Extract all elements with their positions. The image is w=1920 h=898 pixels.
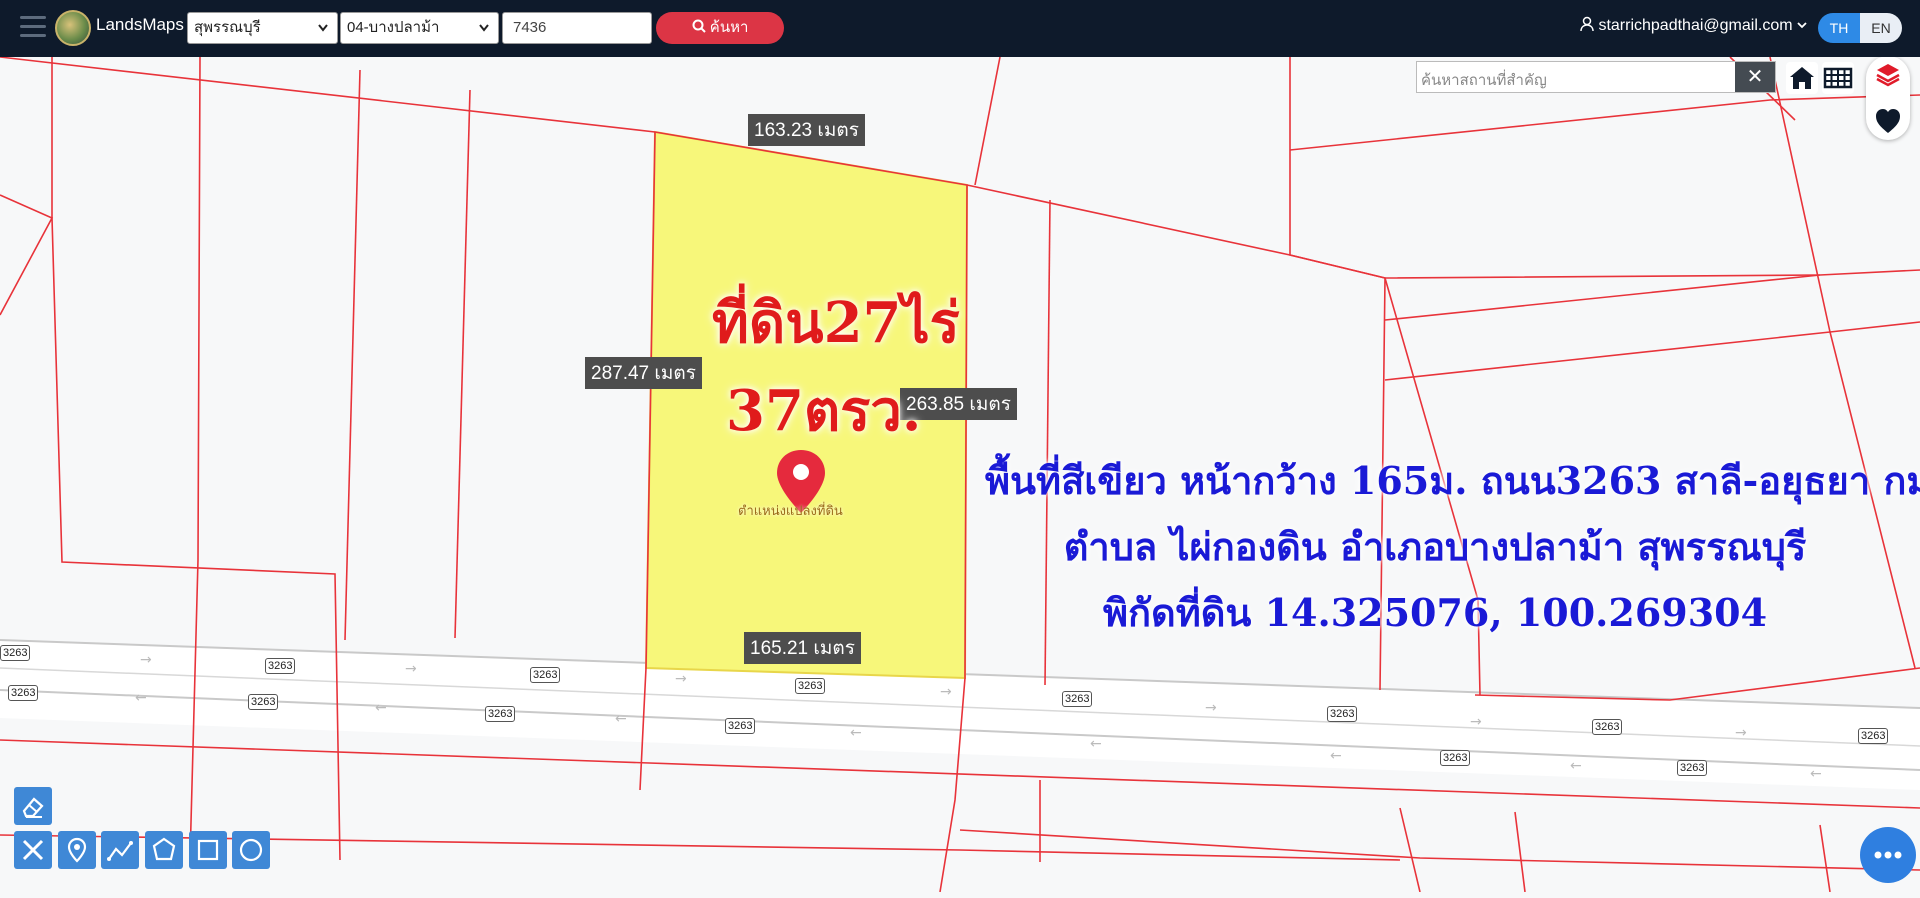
user-icon xyxy=(1580,16,1598,34)
home-button[interactable] xyxy=(1786,62,1818,94)
svg-text:→: → xyxy=(140,652,152,668)
svg-text:→: → xyxy=(675,671,687,687)
road-number-badge: 3263 xyxy=(0,645,31,661)
app-logo[interactable] xyxy=(55,10,91,46)
road-number-badge: 3263 xyxy=(265,658,296,674)
chat-icon xyxy=(1874,851,1902,859)
road-number-badge: 3263 xyxy=(1592,719,1623,735)
circle-icon xyxy=(239,838,263,862)
measurement-label-top: 163.23 เมตร xyxy=(748,114,865,146)
top-bar: LandsMaps สุพรรณบุรี 04-บางปลาม้า 7436 ค… xyxy=(0,0,1920,57)
circle-button[interactable] xyxy=(232,831,270,869)
pin-label: ตำแหน่งแปลงที่ดิน xyxy=(738,503,843,518)
svg-text:→: → xyxy=(405,661,417,677)
chevron-down-icon xyxy=(317,13,329,54)
ruler-icon xyxy=(22,839,44,861)
svg-text:←: ← xyxy=(375,700,387,716)
district-select[interactable]: 04-บางปลาม้า xyxy=(340,12,499,44)
chevron-down-icon xyxy=(478,13,490,54)
road-number-badge: 3263 xyxy=(248,694,279,710)
grid-icon xyxy=(1823,67,1853,89)
map-canvas[interactable]: → → → → → → → ← ← ← ← ← ← ← ← xyxy=(0,0,1920,892)
measure-button[interactable] xyxy=(14,831,52,869)
measurement-label-left: 287.47 เมตร xyxy=(585,357,702,389)
user-email: starrichpadthai@gmail.com xyxy=(1598,17,1793,34)
user-menu[interactable]: starrichpadthai@gmail.com xyxy=(1580,16,1807,35)
heart-icon[interactable] xyxy=(1866,101,1910,141)
area-subtitle: 37ตรว. xyxy=(726,378,922,444)
lang-en-button[interactable]: EN xyxy=(1860,13,1902,43)
app-brand: LandsMaps xyxy=(96,15,184,34)
svg-text:←: ← xyxy=(850,725,862,741)
grid-button[interactable] xyxy=(1822,62,1854,94)
location-icon xyxy=(67,837,87,863)
description-line-2: ตำบล ไผ่กองดิน อำเภอบางปลาม้า สุพรรณบุรี xyxy=(1063,524,1807,569)
road-number-badge: 3263 xyxy=(1858,728,1889,744)
district-select-value: 04-บางปลาม้า xyxy=(347,19,440,36)
eraser-button[interactable] xyxy=(14,787,52,825)
road-number-badge: 3263 xyxy=(795,678,826,694)
search-button-label: ค้นหา xyxy=(709,19,749,36)
svg-text:←: ← xyxy=(1810,766,1822,782)
polygon-icon xyxy=(152,837,176,861)
province-select[interactable]: สุพรรณบุรี xyxy=(187,12,338,44)
road-number-badge: 3263 xyxy=(1440,750,1471,766)
area-title: ที่ดิน27ไร่ xyxy=(712,290,960,356)
line-icon xyxy=(107,841,133,861)
polygon-button[interactable] xyxy=(145,831,183,869)
polyline-button[interactable] xyxy=(101,831,139,869)
svg-text:→: → xyxy=(940,684,952,700)
road-number-badge: 3263 xyxy=(530,667,561,683)
road-number-badge: 3263 xyxy=(1677,760,1708,776)
svg-text:→: → xyxy=(1470,714,1482,730)
place-search-placeholder: ค้นหาสถานที่สำคัญ xyxy=(1421,72,1547,89)
layer-panel xyxy=(1866,56,1910,140)
road-number-badge: 3263 xyxy=(1327,706,1358,722)
close-icon[interactable]: ✕ xyxy=(1735,62,1775,92)
svg-text:←: ← xyxy=(615,711,627,727)
place-search-input[interactable]: ค้นหาสถานที่สำคัญ ✕ xyxy=(1416,61,1776,93)
svg-text:←: ← xyxy=(1090,736,1102,752)
rectangle-icon xyxy=(197,839,219,861)
search-icon xyxy=(692,19,710,36)
road-number-badge: 3263 xyxy=(725,718,756,734)
province-select-value: สุพรรณบุรี xyxy=(194,19,261,36)
chat-button[interactable] xyxy=(1860,827,1916,883)
svg-text:←: ← xyxy=(135,690,147,706)
eraser-icon xyxy=(22,797,44,818)
road-number-badge: 3263 xyxy=(485,706,516,722)
chevron-down-icon xyxy=(1797,17,1807,34)
menu-icon[interactable] xyxy=(20,16,46,38)
description-line-1: พื้นที่สีเขียว หน้ากว้าง 165ม. ถนน3263 ส… xyxy=(985,458,1920,503)
lang-th-button[interactable]: TH xyxy=(1818,13,1860,43)
parcel-number-input[interactable]: 7436 xyxy=(502,12,652,44)
rectangle-button[interactable] xyxy=(189,831,227,869)
measurement-label-bottom: 165.21 เมตร xyxy=(744,632,861,664)
svg-text:←: ← xyxy=(1330,748,1342,764)
svg-text:→: → xyxy=(1735,725,1747,741)
search-button[interactable]: ค้นหา xyxy=(656,12,784,44)
layers-icon[interactable] xyxy=(1866,56,1910,96)
road-number-badge: 3263 xyxy=(8,685,39,701)
svg-text:→: → xyxy=(1205,700,1217,716)
road-number-badge: 3263 xyxy=(1062,691,1093,707)
marker-button[interactable] xyxy=(58,831,96,869)
svg-text:←: ← xyxy=(1570,758,1582,774)
description-line-3: พิกัดที่ดิน 14.325076, 100.269304 xyxy=(1102,590,1768,635)
home-icon xyxy=(1790,67,1814,89)
